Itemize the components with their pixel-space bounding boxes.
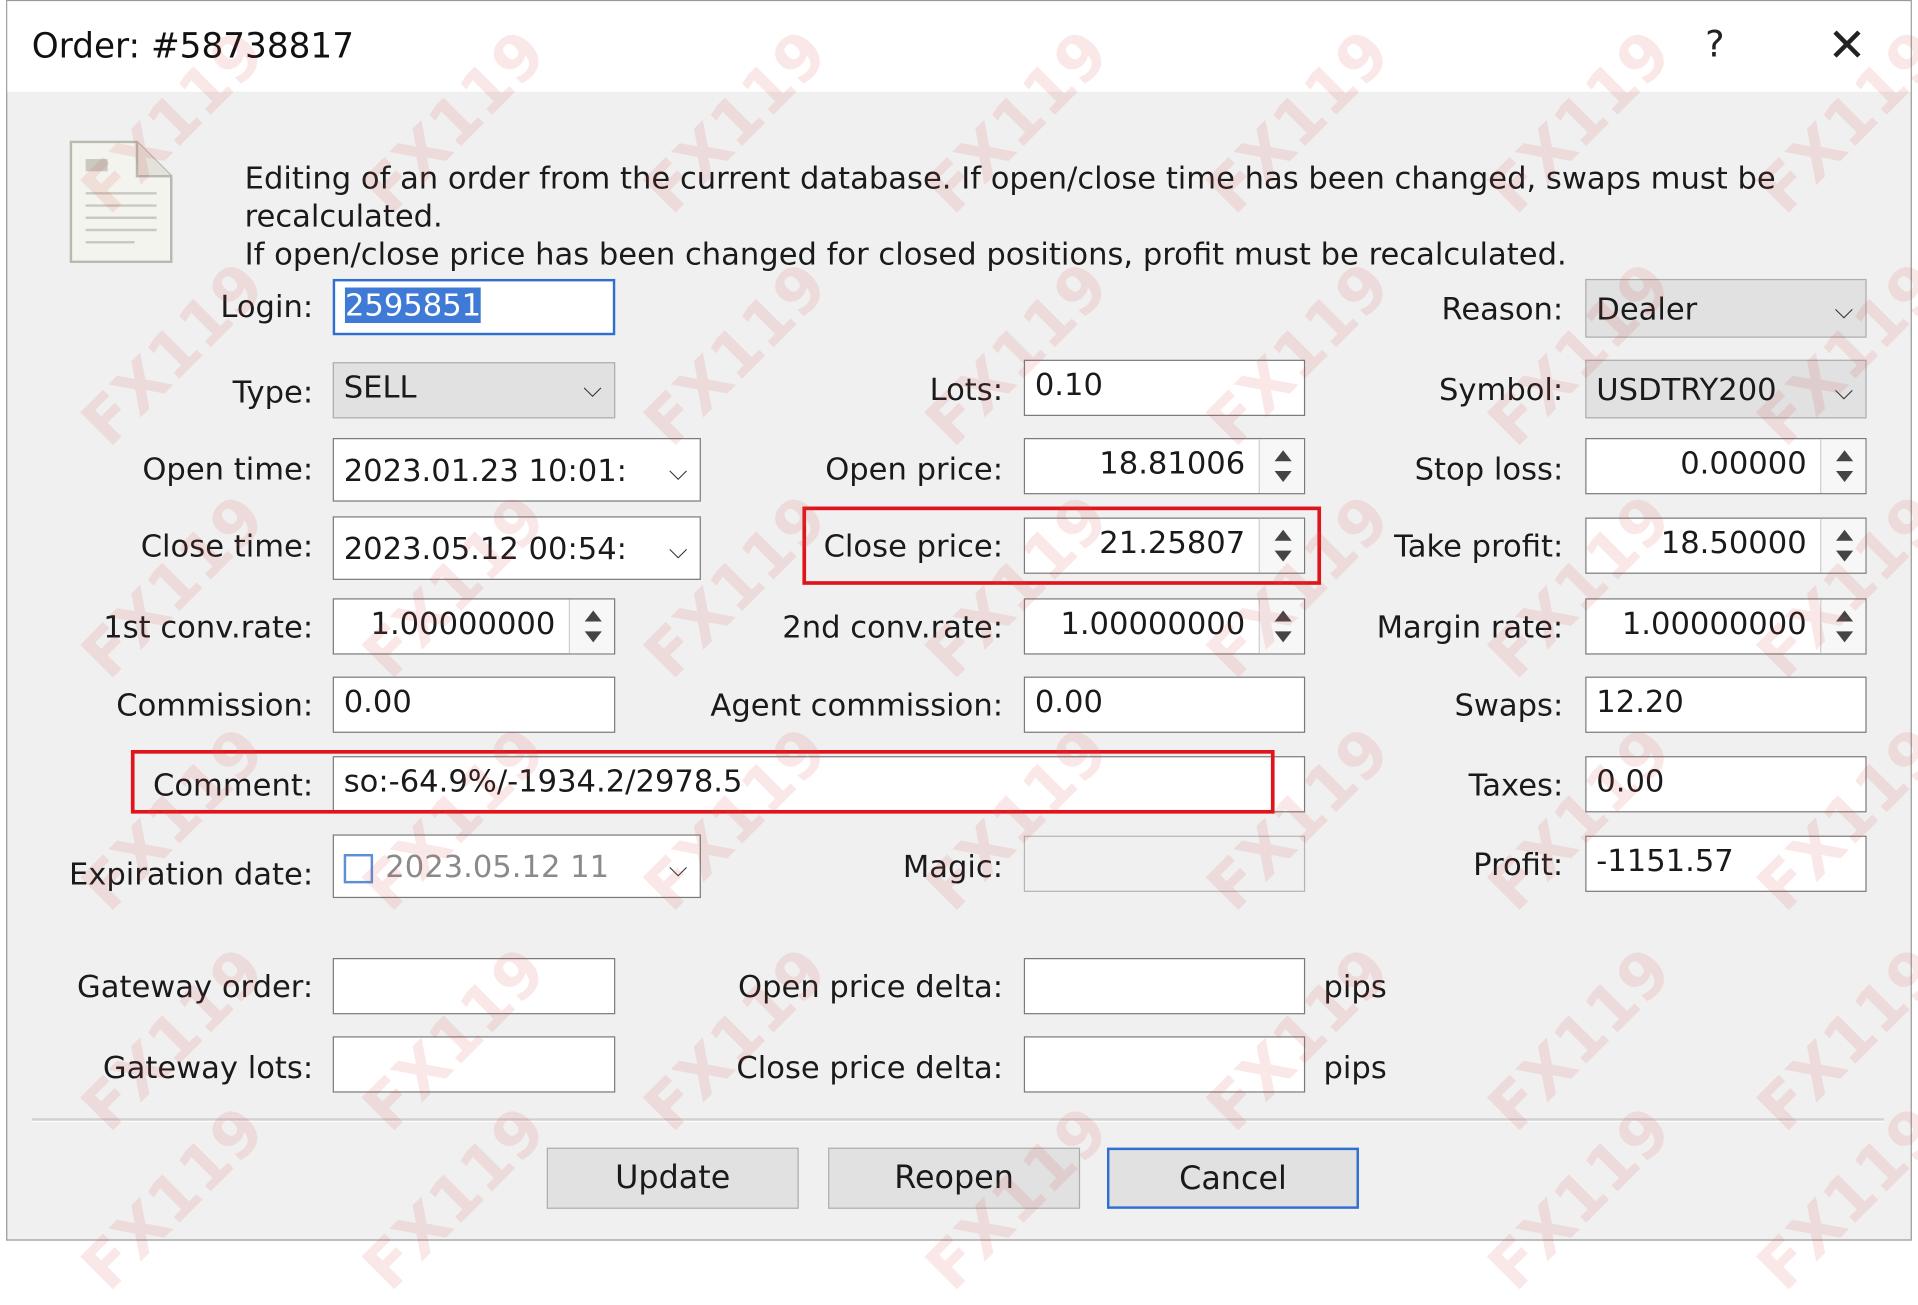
open-price-delta-input[interactable]	[1023, 958, 1306, 1015]
login-input[interactable]: 2595851	[332, 278, 616, 336]
separator	[31, 1118, 1884, 1122]
profit-input[interactable]: -1151.57	[1585, 835, 1867, 892]
swaps-input[interactable]: 12.20	[1585, 676, 1867, 733]
taxes-value: 0.00	[1596, 763, 1665, 799]
reason-select[interactable]: Dealer ⌵	[1585, 278, 1867, 338]
open-price-value: 18.81006	[1099, 445, 1246, 481]
expiration-date-value: 2023.05.12 11	[385, 849, 610, 885]
commission-label: Commission:	[116, 687, 314, 724]
margin-rate-label: Margin rate:	[1376, 609, 1564, 645]
stop-loss-value: 0.00000	[1680, 445, 1807, 481]
commission-value: 0.00	[343, 683, 412, 720]
expiration-date-label: Expiration date:	[68, 856, 314, 892]
close-price-highlight	[802, 506, 1322, 585]
title-bar: Order: #58738817 ? ✕	[7, 1, 1911, 92]
first-conv-rate-label: 1st conv.rate:	[103, 609, 314, 645]
open-time-label: Open time:	[142, 451, 314, 487]
agent-commission-label: Agent commission:	[710, 687, 1004, 724]
open-time-value: 2023.01.23 10:01:	[343, 452, 627, 489]
lots-label: Lots:	[929, 371, 1004, 408]
close-price-delta-input[interactable]	[1023, 1036, 1306, 1093]
margin-rate-value: 1.00000000	[1621, 605, 1807, 642]
gateway-lots-label: Gateway lots:	[102, 1049, 314, 1086]
agent-commission-input[interactable]: 0.00	[1023, 676, 1306, 733]
spinner-arrows-icon[interactable]	[568, 599, 615, 654]
lots-input[interactable]: 0.10	[1023, 359, 1306, 416]
close-price-delta-unit: pips	[1323, 1049, 1387, 1086]
chevron-down-icon: ⌵	[668, 852, 688, 883]
help-button[interactable]: ?	[1705, 23, 1724, 66]
reason-value: Dealer	[1596, 291, 1698, 327]
close-time-picker[interactable]: 2023.05.12 00:54: ⌵	[332, 516, 701, 580]
second-conv-rate-value: 1.00000000	[1060, 605, 1246, 642]
window-title: Order: #58738817	[31, 25, 354, 67]
open-price-delta-label: Open price delta:	[738, 969, 1004, 1005]
symbol-label: Symbol:	[1439, 371, 1564, 408]
type-value: SELL	[343, 369, 417, 405]
gateway-order-input[interactable]	[332, 958, 616, 1015]
chevron-down-icon: ⌵	[668, 456, 688, 486]
open-price-delta-unit: pips	[1323, 969, 1387, 1005]
close-button[interactable]: ✕	[1827, 18, 1866, 72]
close-price-delta-label: Close price delta:	[736, 1049, 1004, 1086]
profit-value: -1151.57	[1596, 842, 1734, 879]
stop-loss-spinner[interactable]: 0.00000	[1585, 438, 1867, 495]
login-value: 2595851	[344, 287, 482, 324]
lots-value: 0.10	[1034, 367, 1103, 403]
login-label: Login:	[220, 288, 314, 325]
commission-input[interactable]: 0.00	[332, 676, 616, 733]
chevron-down-icon: ⌵	[668, 534, 688, 565]
spinner-arrows-icon[interactable]	[1820, 439, 1866, 494]
swaps-value: 12.20	[1596, 683, 1684, 720]
chevron-down-icon: ⌵	[583, 373, 602, 403]
expiration-checkbox[interactable]	[343, 854, 374, 884]
take-profit-spinner[interactable]: 18.50000	[1585, 517, 1867, 574]
symbol-value: USDTRY200	[1596, 371, 1777, 408]
stop-loss-label: Stop loss:	[1414, 451, 1564, 487]
open-price-label: Open price:	[825, 451, 1004, 487]
spinner-arrows-icon[interactable]	[1258, 439, 1304, 494]
second-conv-rate-spinner[interactable]: 1.00000000	[1023, 598, 1306, 655]
profit-label: Profit:	[1473, 846, 1564, 883]
chevron-down-icon: ⌵	[1834, 294, 1854, 325]
first-conv-rate-value: 1.00000000	[370, 605, 556, 642]
type-label: Type:	[232, 374, 314, 410]
taxes-label: Taxes:	[1468, 767, 1564, 803]
open-price-spinner[interactable]: 18.81006	[1023, 438, 1306, 495]
second-conv-rate-label: 2nd conv.rate:	[782, 609, 1004, 645]
gateway-order-label: Gateway order:	[77, 969, 314, 1005]
spinner-arrows-icon[interactable]	[1820, 599, 1866, 654]
take-profit-value: 18.50000	[1660, 524, 1807, 561]
take-profit-label: Take profit:	[1394, 528, 1564, 565]
type-select[interactable]: SELL ⌵	[332, 362, 616, 419]
close-time-label: Close time:	[140, 528, 314, 565]
gateway-lots-input[interactable]	[332, 1036, 616, 1093]
close-time-value: 2023.05.12 00:54:	[343, 530, 627, 567]
order-dialog: Order: #58738817 ? ✕ Editing of an order…	[0, 0, 1918, 1305]
agent-commission-value: 0.00	[1034, 683, 1103, 720]
cancel-button[interactable]: Cancel	[1106, 1147, 1359, 1209]
taxes-input[interactable]: 0.00	[1585, 756, 1867, 813]
reason-label: Reason:	[1441, 291, 1564, 327]
magic-label: Magic:	[902, 849, 1004, 885]
first-conv-rate-spinner[interactable]: 1.00000000	[332, 598, 616, 655]
spinner-arrows-icon[interactable]	[1258, 599, 1304, 654]
description-line-1: Editing of an order from the current dat…	[244, 160, 1776, 234]
comment-highlight	[130, 750, 1275, 814]
chevron-down-icon: ⌵	[1834, 375, 1854, 405]
update-button[interactable]: Update	[546, 1147, 799, 1209]
document-icon	[69, 140, 173, 264]
open-time-picker[interactable]: 2023.01.23 10:01: ⌵	[332, 438, 701, 502]
spinner-arrows-icon[interactable]	[1820, 518, 1866, 573]
margin-rate-spinner[interactable]: 1.00000000	[1585, 598, 1867, 655]
expiration-date-picker[interactable]: 2023.05.12 11 ⌵	[332, 834, 701, 899]
description: Editing of an order from the current dat…	[245, 159, 1918, 273]
reopen-button[interactable]: Reopen	[828, 1147, 1081, 1209]
magic-input[interactable]	[1023, 835, 1306, 892]
description-line-2: If open/close price has been changed for…	[244, 236, 1567, 272]
swaps-label: Swaps:	[1454, 687, 1564, 724]
symbol-select[interactable]: USDTRY200 ⌵	[1585, 359, 1867, 419]
